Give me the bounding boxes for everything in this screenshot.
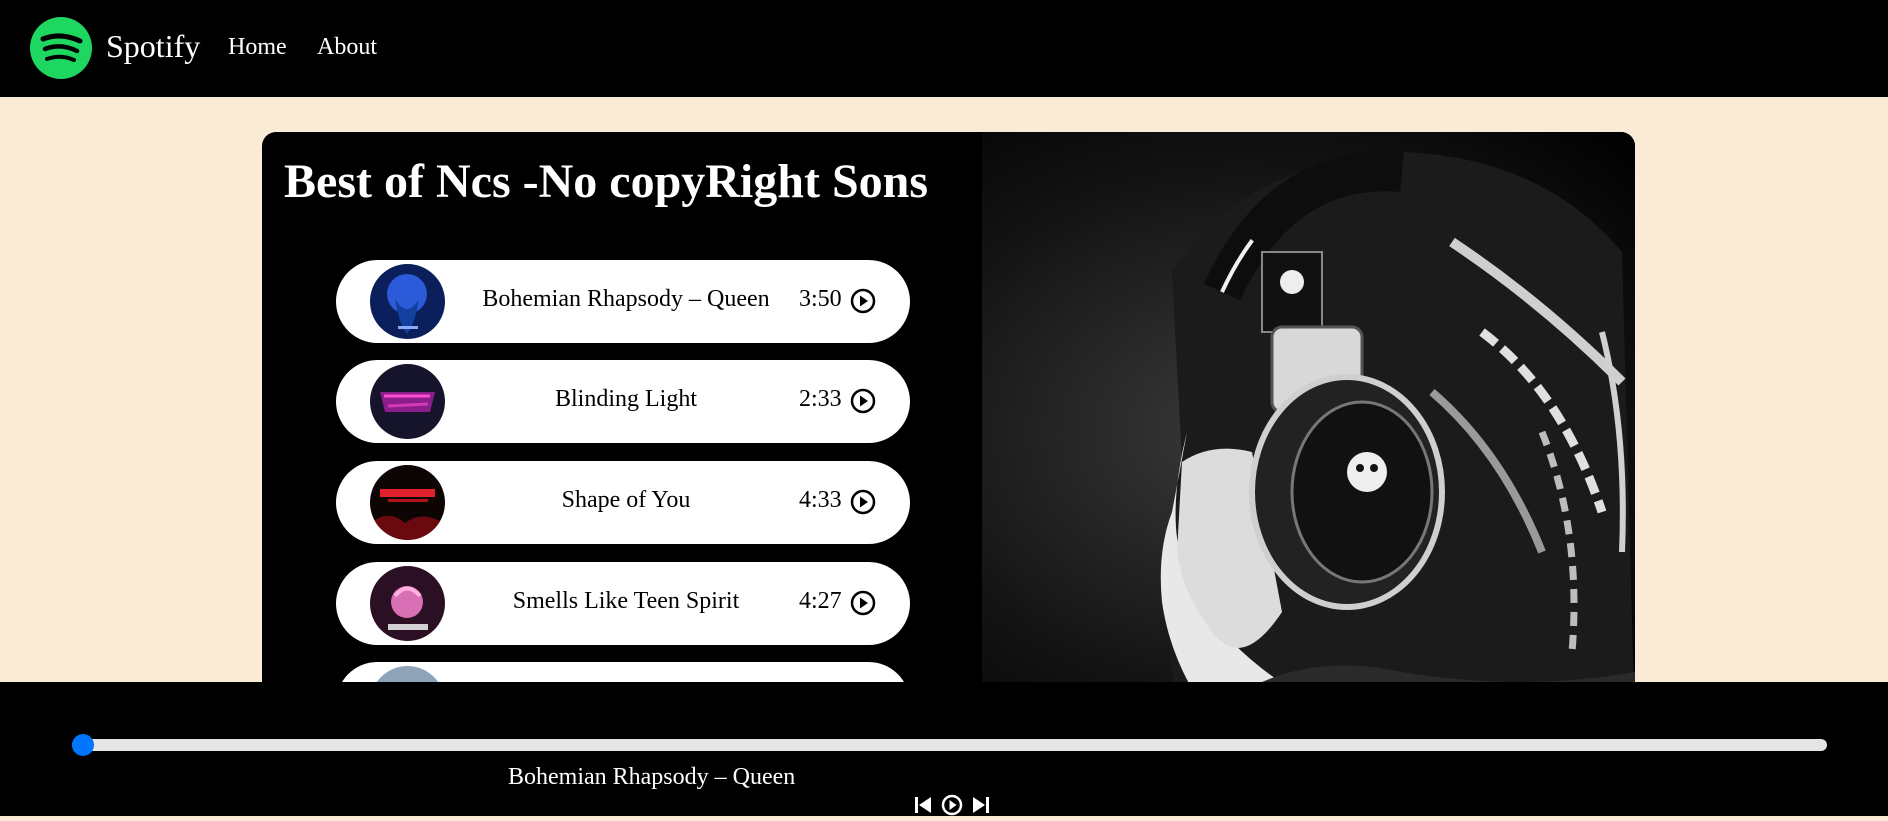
song-name: Bohemian Rhapsody – Queen xyxy=(482,286,770,312)
spotify-logo-icon[interactable] xyxy=(30,17,92,79)
play-circle-icon[interactable] xyxy=(850,388,876,414)
playlist-title: Best of Ncs -No copyRight Sons xyxy=(284,155,929,208)
song-duration: 4:27 xyxy=(799,588,842,614)
nav-link-about[interactable]: About xyxy=(317,34,377,61)
song-duration: 4:33 xyxy=(799,487,842,513)
navbar: Spotify Home About xyxy=(0,0,1888,97)
playlist-container: Best of Ncs -No copyRight Sons Bohemian … xyxy=(262,132,1635,732)
song-duration: 3:50 xyxy=(799,286,842,312)
progress-thumb[interactable] xyxy=(72,734,94,756)
song-name: Smells Like Teen Spirit xyxy=(512,588,740,614)
now-playing-title: Bohemian Rhapsody – Queen xyxy=(508,764,796,790)
next-icon[interactable] xyxy=(969,794,991,816)
song-name: Blinding Light xyxy=(554,386,697,412)
progress-slider[interactable] xyxy=(72,734,1827,756)
play-circle-icon[interactable] xyxy=(850,590,876,616)
song-cover xyxy=(370,264,445,339)
play-circle-icon[interactable] xyxy=(850,288,876,314)
play-circle-icon[interactable] xyxy=(850,489,876,515)
song-item[interactable]: Smells Like Teen Spirit 4:27 xyxy=(336,562,910,645)
hero-image xyxy=(982,132,1635,732)
nav-link-home[interactable]: Home xyxy=(228,34,287,61)
song-cover xyxy=(370,566,445,641)
playback-controls xyxy=(913,794,993,816)
player-bar: Bohemian Rhapsody – Queen xyxy=(0,682,1888,816)
song-duration: 2:33 xyxy=(799,386,842,412)
song-cover xyxy=(370,364,445,439)
song-item[interactable]: Shape of You 4:33 xyxy=(336,461,910,544)
previous-icon[interactable] xyxy=(913,794,935,816)
song-item[interactable]: Blinding Light 2:33 xyxy=(336,360,910,443)
song-item[interactable]: Bohemian Rhapsody – Queen 3:50 xyxy=(336,260,910,343)
play-circle-icon[interactable] xyxy=(941,794,963,816)
song-name: Shape of You xyxy=(561,487,691,513)
brand-name: Spotify xyxy=(106,28,201,64)
song-cover xyxy=(370,465,445,540)
